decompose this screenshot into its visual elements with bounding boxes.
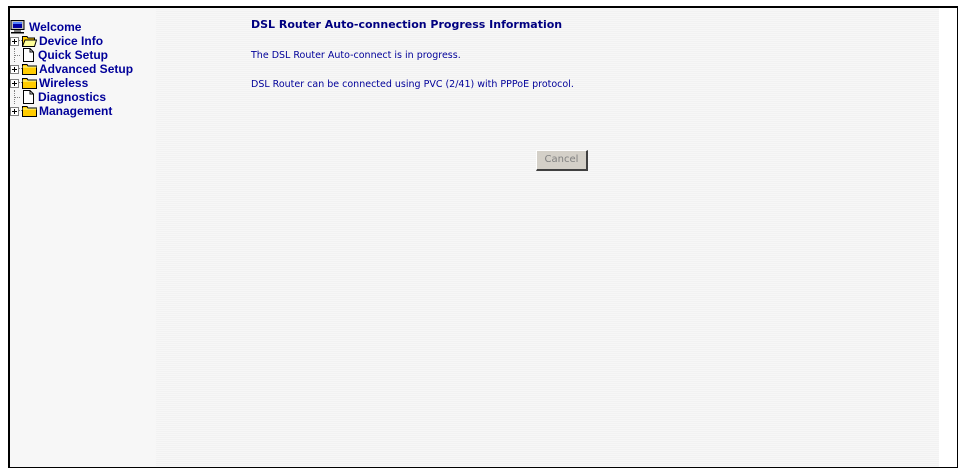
sidebar-tree-menu: Welcome Device Info Quick Setup Advanced…: [10, 20, 133, 118]
expand-plus-icon[interactable]: [10, 78, 19, 88]
menu-item-label: Device Info: [39, 34, 104, 48]
computer-icon: [10, 20, 26, 34]
menu-item-label: Wireless: [39, 76, 89, 90]
menu-item-label: Welcome: [29, 20, 82, 34]
menu-item-diagnostics[interactable]: Diagnostics: [10, 90, 133, 104]
expand-plus-icon[interactable]: [10, 106, 19, 116]
router-frame: [8, 6, 958, 468]
connection-info-message: DSL Router can be connected using PVC (2…: [251, 79, 574, 90]
folder-icon: [22, 77, 37, 89]
menu-item-advanced-setup[interactable]: Advanced Setup: [10, 62, 133, 76]
menu-item-label: Diagnostics: [38, 90, 107, 104]
page-icon: [21, 48, 36, 62]
right-gutter: [939, 8, 957, 467]
menu-item-label: Advanced Setup: [39, 62, 134, 76]
menu-item-label: Management: [39, 104, 113, 118]
expand-plus-icon[interactable]: [10, 36, 19, 46]
page-icon: [21, 90, 36, 104]
folder-icon: [22, 63, 37, 75]
tree-connector: [10, 48, 20, 62]
menu-item-label: Quick Setup: [38, 48, 109, 62]
menu-item-wireless[interactable]: Wireless: [10, 76, 133, 90]
cancel-button[interactable]: Cancel: [536, 150, 588, 171]
menu-item-quick-setup[interactable]: Quick Setup: [10, 48, 133, 62]
menu-item-device-info[interactable]: Device Info: [10, 34, 133, 48]
expand-plus-icon[interactable]: [10, 64, 19, 74]
tree-connector: [10, 90, 20, 104]
page-title: DSL Router Auto-connection Progress Info…: [251, 18, 563, 31]
menu-item-management[interactable]: Management: [10, 104, 133, 118]
status-message: The DSL Router Auto-connect is in progre…: [251, 50, 461, 61]
folder-icon: [22, 105, 37, 117]
folder-open-icon: [22, 35, 37, 47]
menu-item-welcome[interactable]: Welcome: [10, 20, 133, 34]
